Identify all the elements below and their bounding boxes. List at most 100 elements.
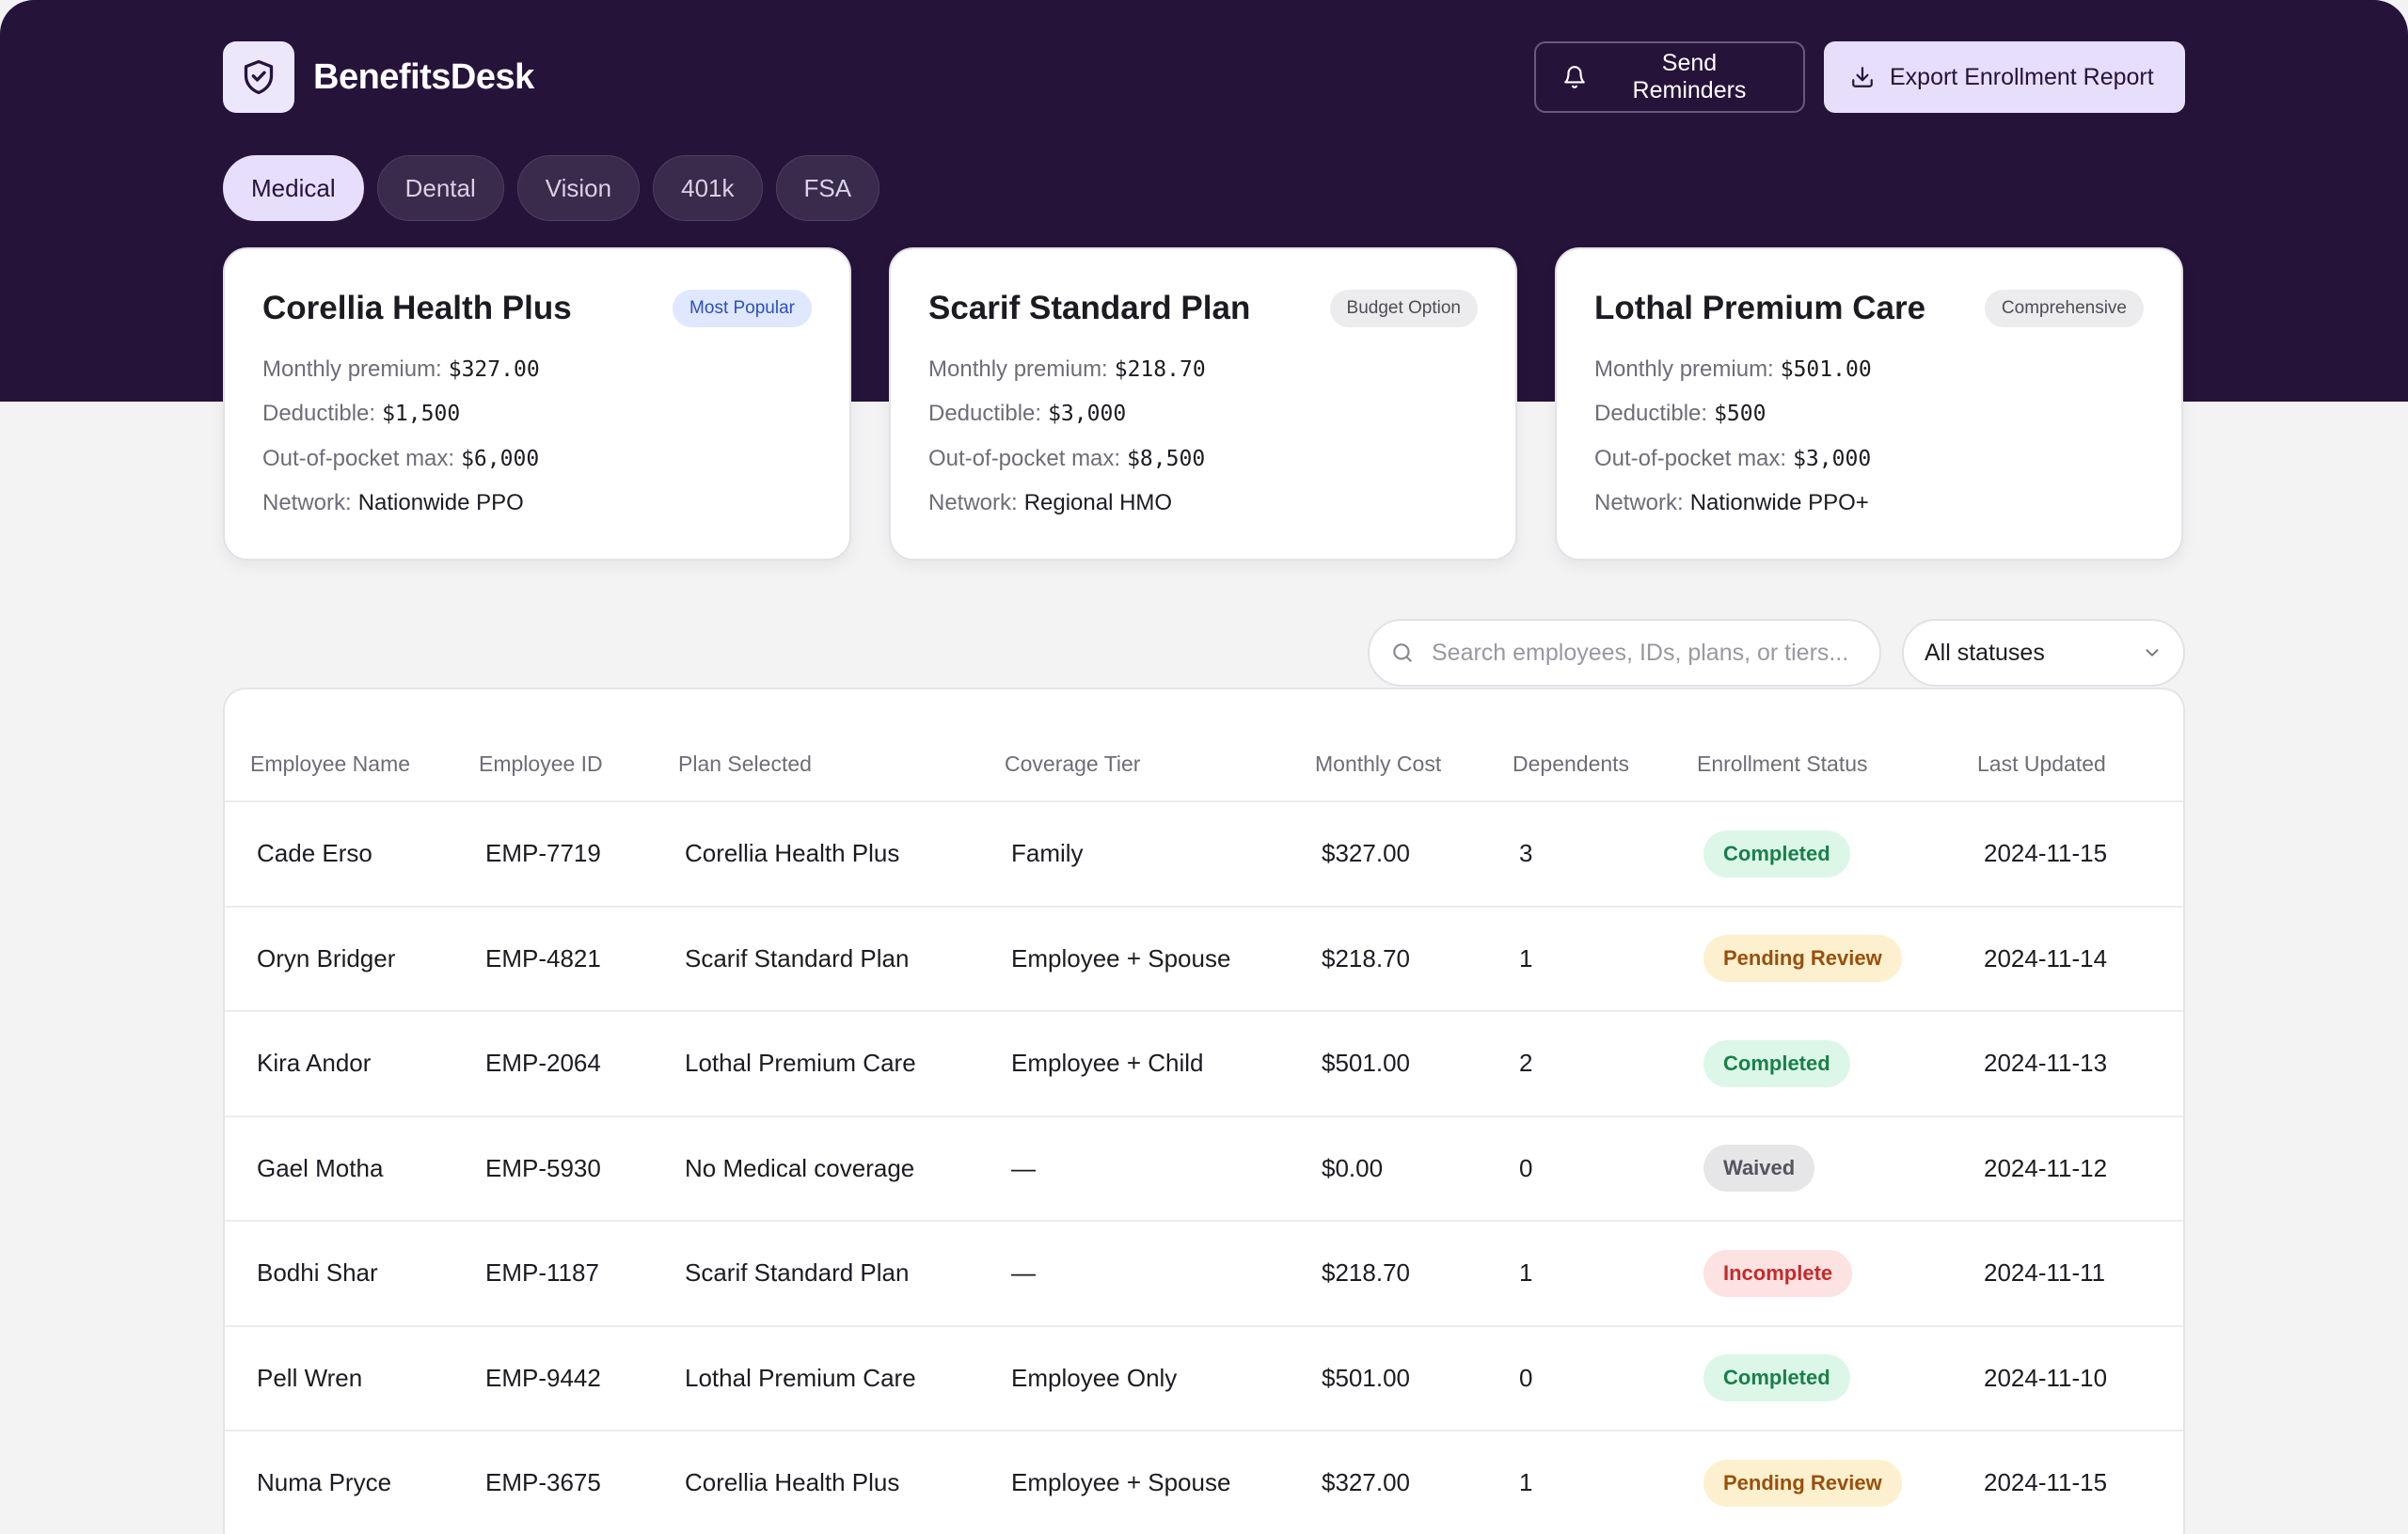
tab-vision[interactable]: Vision	[516, 155, 641, 221]
plan-selected: Lothal Premium Care	[678, 1011, 1005, 1117]
plan-network: Network: Nationwide PPO	[262, 490, 524, 516]
col-employee-name[interactable]: Employee Name	[225, 689, 479, 802]
plan-oop-max: Out-of-pocket max: $3,000	[1594, 445, 1872, 471]
search-box[interactable]	[1368, 619, 1881, 687]
col-last-updated[interactable]: Last Updated	[1977, 689, 2183, 802]
status-badge: Completed	[1703, 1039, 1850, 1087]
tab-medical[interactable]: Medical	[223, 155, 364, 221]
coverage-tier: —	[1005, 1115, 1315, 1222]
last-updated: 2024-11-11	[1977, 1221, 2183, 1327]
dependents-count: 0	[1513, 1115, 1697, 1222]
col-enrollment-status[interactable]: Enrollment Status	[1697, 689, 1977, 802]
table-row[interactable]: Kira Andor EMP-2064 Lothal Premium Care …	[225, 1011, 2183, 1117]
tab-dental[interactable]: Dental	[376, 155, 504, 221]
search-input[interactable]	[1432, 639, 1864, 667]
employee-id: EMP-9442	[479, 1325, 678, 1431]
col-coverage-tier[interactable]: Coverage Tier	[1005, 689, 1315, 802]
employee-name: Pell Wren	[225, 1325, 479, 1431]
search-icon	[1393, 643, 1412, 662]
tab-fsa[interactable]: FSA	[775, 155, 880, 221]
shield-icon[interactable]	[223, 41, 294, 113]
plan-name: Scarif Standard Plan	[928, 290, 1251, 326]
coverage-tier: Employee + Spouse	[1005, 906, 1315, 1012]
last-updated: 2024-11-15	[1977, 1431, 2183, 1534]
plan-network: Network: Nationwide PPO+	[1594, 490, 1869, 516]
chevron-down-icon	[2146, 649, 2159, 656]
app-name[interactable]: BenefitsDesk	[313, 57, 534, 98]
employee-name: Bodhi Shar	[225, 1221, 479, 1327]
plan-deductible: Deductible: $500	[1594, 401, 1766, 427]
coverage-tier: Employee + Spouse	[1005, 1431, 1315, 1534]
plan-badge: Comprehensive	[1984, 290, 2144, 327]
dependents-count: 0	[1513, 1325, 1697, 1431]
brand: BenefitsDesk	[223, 41, 534, 113]
table-row[interactable]: Pell Wren EMP-9442 Lothal Premium Care E…	[225, 1325, 2183, 1431]
table-row[interactable]: Oryn Bridger EMP-4821 Scarif Standard Pl…	[225, 906, 2183, 1012]
dependents-count: 1	[1513, 1221, 1697, 1327]
plan-badge: Budget Option	[1329, 290, 1478, 327]
table-row[interactable]: Bodhi Shar EMP-1187 Scarif Standard Plan…	[225, 1221, 2183, 1327]
status-badge: Completed	[1703, 1354, 1850, 1402]
tab-401k[interactable]: 401k	[653, 155, 763, 221]
coverage-tier: —	[1005, 1221, 1315, 1327]
plan-card[interactable]: Scarif Standard Plan Budget Option Month…	[889, 247, 1517, 561]
export-report-label: Export Enrollment Report	[1890, 63, 2154, 90]
dependents-count: 1	[1513, 906, 1697, 1012]
status-badge: Waived	[1703, 1145, 1815, 1193]
employee-name: Kira Andor	[225, 1011, 479, 1117]
plan-selected: No Medical coverage	[678, 1115, 1005, 1222]
plan-premium: Monthly premium: $327.00	[262, 356, 540, 382]
table-toolbar: All statuses	[223, 619, 2185, 687]
employee-id: EMP-4821	[479, 906, 678, 1012]
header-actions: Send Reminders Export Enrollment Report	[1534, 41, 2185, 113]
monthly-cost: $0.00	[1315, 1115, 1513, 1222]
status-filter-select[interactable]: All statuses	[1902, 619, 2185, 687]
table-row[interactable]: Numa Pryce EMP-3675 Corellia Health Plus…	[225, 1431, 2183, 1534]
send-reminders-label: Send Reminders	[1632, 50, 1747, 103]
employee-id: EMP-1187	[479, 1221, 678, 1327]
last-updated: 2024-11-10	[1977, 1325, 2183, 1431]
plan-selected: Lothal Premium Care	[678, 1325, 1005, 1431]
coverage-tier: Employee Only	[1005, 1325, 1315, 1431]
status-badge: Pending Review	[1703, 1459, 1902, 1507]
status-badge: Completed	[1703, 830, 1850, 878]
col-employee-id[interactable]: Employee ID	[479, 689, 678, 802]
col-plan-selected[interactable]: Plan Selected	[678, 689, 1005, 802]
plan-badge: Most Popular	[673, 290, 812, 327]
employee-id: EMP-2064	[479, 1011, 678, 1117]
plan-name: Lothal Premium Care	[1594, 290, 1926, 326]
status-badge: Pending Review	[1703, 935, 1902, 983]
last-updated: 2024-11-15	[1977, 801, 2183, 908]
coverage-tier: Employee + Child	[1005, 1011, 1315, 1117]
table-row[interactable]: Cade Erso EMP-7719 Corellia Health Plus …	[225, 801, 2183, 908]
plan-oop-max: Out-of-pocket max: $6,000	[262, 445, 540, 471]
plan-network: Network: Regional HMO	[928, 490, 1173, 516]
employee-name: Cade Erso	[225, 801, 479, 908]
dependents-count: 3	[1513, 801, 1697, 908]
plan-selected: Corellia Health Plus	[678, 1431, 1005, 1534]
plan-card[interactable]: Lothal Premium Care Comprehensive Monthl…	[1555, 247, 2183, 561]
monthly-cost: $501.00	[1315, 1011, 1513, 1117]
last-updated: 2024-11-14	[1977, 906, 2183, 1012]
plan-premium: Monthly premium: $501.00	[1594, 356, 1872, 382]
monthly-cost: $327.00	[1315, 1431, 1513, 1534]
employee-id: EMP-3675	[479, 1431, 678, 1534]
export-report-button[interactable]: Export Enrollment Report	[1824, 41, 2185, 113]
send-reminders-button[interactable]: Send Reminders	[1534, 41, 1805, 113]
employee-name: Gael Motha	[225, 1115, 479, 1222]
plan-selected: Scarif Standard Plan	[678, 906, 1005, 1012]
status-filter-value: All statuses	[1925, 639, 2045, 666]
last-updated: 2024-11-12	[1977, 1115, 2183, 1222]
plan-card[interactable]: Corellia Health Plus Most Popular Monthl…	[223, 247, 851, 561]
plan-cards: Corellia Health Plus Most Popular Monthl…	[223, 247, 2185, 561]
monthly-cost: $501.00	[1315, 1325, 1513, 1431]
benefit-tabs: Medical Dental Vision 401k FSA	[223, 155, 2185, 221]
col-dependents[interactable]: Dependents	[1513, 689, 1697, 802]
last-updated: 2024-11-13	[1977, 1011, 2183, 1117]
table-row[interactable]: Gael Motha EMP-5930 No Medical coverage …	[225, 1115, 2183, 1222]
monthly-cost: $218.70	[1315, 1221, 1513, 1327]
plan-selected: Corellia Health Plus	[678, 801, 1005, 908]
monthly-cost: $218.70	[1315, 906, 1513, 1012]
col-monthly-cost[interactable]: Monthly Cost	[1315, 689, 1513, 802]
plan-selected: Scarif Standard Plan	[678, 1221, 1005, 1327]
